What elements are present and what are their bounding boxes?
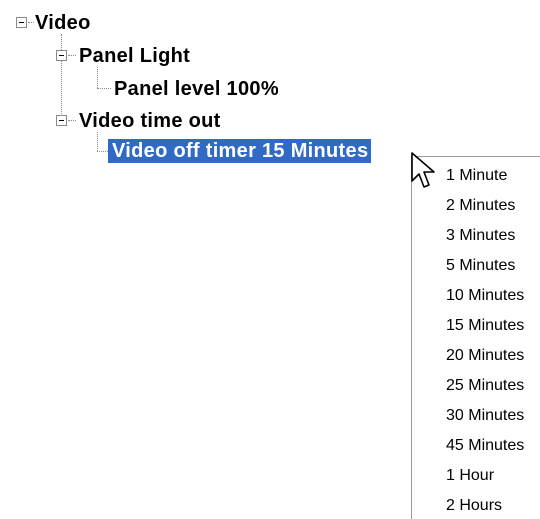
tree-line — [68, 55, 76, 56]
tree-line — [68, 120, 76, 121]
option-1-minute[interactable]: 1 Minute — [412, 161, 540, 191]
tree-node-video-off-timer[interactable]: Video off timer 15 Minutes — [108, 139, 372, 163]
tree-line — [97, 88, 111, 89]
collapse-panel-light-icon[interactable] — [56, 50, 67, 61]
option-25-minutes[interactable]: 25 Minutes — [412, 371, 540, 401]
option-3-minutes[interactable]: 3 Minutes — [412, 221, 540, 251]
option-1-hour[interactable]: 1 Hour — [412, 461, 540, 491]
option-45-minutes[interactable]: 45 Minutes — [412, 431, 540, 461]
collapse-video-time-out-icon[interactable] — [56, 115, 67, 126]
option-30-minutes[interactable]: 30 Minutes — [412, 401, 540, 431]
tree-line — [97, 67, 98, 88]
tree-line — [28, 22, 34, 23]
timer-options-dropdown[interactable]: 1 Minute 2 Minutes 3 Minutes 5 Minutes 1… — [411, 156, 540, 519]
tree-node-video[interactable]: Video — [35, 11, 91, 35]
tree-line — [97, 132, 98, 151]
collapse-video-icon[interactable] — [16, 17, 27, 28]
option-5-minutes[interactable]: 5 Minutes — [412, 251, 540, 281]
tree-line — [61, 34, 62, 118]
timer-options-list: 1 Minute 2 Minutes 3 Minutes 5 Minutes 1… — [412, 161, 540, 519]
tree-node-video-time-out[interactable]: Video time out — [79, 109, 221, 133]
option-10-minutes[interactable]: 10 Minutes — [412, 281, 540, 311]
option-20-minutes[interactable]: 20 Minutes — [412, 341, 540, 371]
tree-node-panel-level[interactable]: Panel level 100% — [114, 77, 279, 101]
tree-node-panel-light[interactable]: Panel Light — [79, 44, 190, 68]
option-2-minutes[interactable]: 2 Minutes — [412, 191, 540, 221]
option-15-minutes[interactable]: 15 Minutes — [412, 311, 540, 341]
option-2-hours[interactable]: 2 Hours — [412, 491, 540, 519]
tree-line — [97, 151, 108, 152]
